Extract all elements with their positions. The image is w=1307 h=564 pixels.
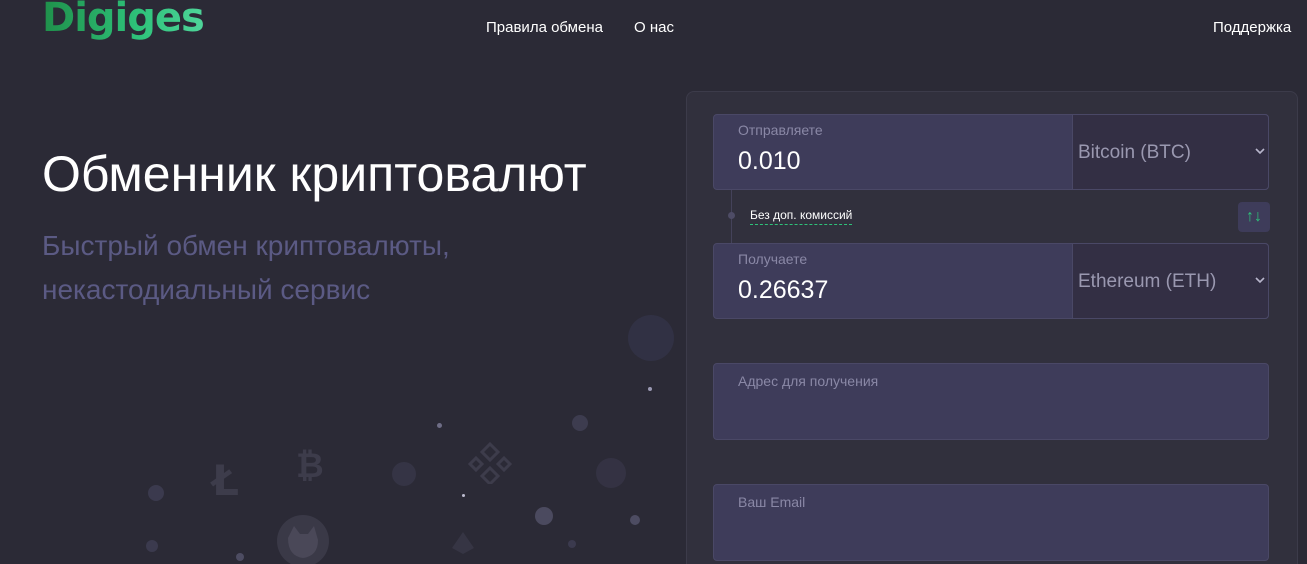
glow-dot <box>462 494 465 497</box>
glow-dot <box>630 515 640 525</box>
send-label: Отправляете <box>738 122 823 138</box>
nav-support[interactable]: Поддержка <box>1213 19 1291 37</box>
swap-currencies-button[interactable]: ↑↓ <box>1238 202 1270 232</box>
glow-dot <box>148 485 164 501</box>
exchange-form: Отправляете 0.010 Bitcoin (BTC) Без доп.… <box>686 91 1298 564</box>
chevron-down-icon <box>1255 277 1265 284</box>
chevron-down-icon <box>1255 148 1265 155</box>
glow-dot <box>535 507 553 525</box>
glow-dot <box>568 540 576 548</box>
receive-currency-select[interactable]: Ethereum (ETH) <box>1072 243 1269 319</box>
connector-dot <box>728 212 735 219</box>
glow-dot <box>236 553 244 561</box>
swap-arrows-icon: ↑↓ <box>1246 208 1262 225</box>
ethereum-icon <box>452 532 474 554</box>
dogecoin-icon <box>277 515 329 564</box>
receive-amount-value[interactable]: 0.26637 <box>738 276 828 305</box>
glow-dot <box>648 387 652 391</box>
email-placeholder: Ваш Email <box>738 494 806 510</box>
nav-about[interactable]: О нас <box>634 19 674 37</box>
logo[interactable]: Digiges <box>42 0 205 40</box>
glow-dot <box>572 415 588 431</box>
no-fee-note[interactable]: Без доп. комиссий <box>750 208 853 225</box>
send-currency-select[interactable]: Bitcoin (BTC) <box>1072 114 1269 190</box>
receive-currency-value: Ethereum (ETH) <box>1078 271 1217 292</box>
receive-amount-field[interactable]: Получаете 0.26637 Ethereum (ETH) <box>713 243 1269 319</box>
address-placeholder: Адрес для получения <box>738 373 879 389</box>
hero-subtitle: Быстрый обмен криптовалюты, некастодиаль… <box>42 230 450 305</box>
glow-dot <box>596 458 626 488</box>
send-amount-field[interactable]: Отправляете 0.010 Bitcoin (BTC) <box>713 114 1269 190</box>
receive-label: Получаете <box>738 251 808 267</box>
send-currency-value: Bitcoin (BTC) <box>1078 142 1191 163</box>
receive-address-input[interactable]: Адрес для получения <box>713 363 1269 440</box>
hero-title: Обменник криптовалют <box>42 146 587 202</box>
glow-dot <box>628 315 674 361</box>
page: Ł ₿ Digiges Правила обмена О нас Поддерж… <box>0 0 1307 564</box>
glow-dot <box>392 462 416 486</box>
send-amount-input[interactable]: 0.010 <box>738 147 801 176</box>
nav-exchange-rules[interactable]: Правила обмена <box>486 19 603 37</box>
binance-icon <box>467 441 513 484</box>
email-input[interactable]: Ваш Email <box>713 484 1269 561</box>
glow-dot <box>437 423 442 428</box>
bitcoin-icon: ₿ <box>296 446 324 486</box>
litecoin-icon: Ł <box>212 456 239 505</box>
glow-dot <box>146 540 158 552</box>
